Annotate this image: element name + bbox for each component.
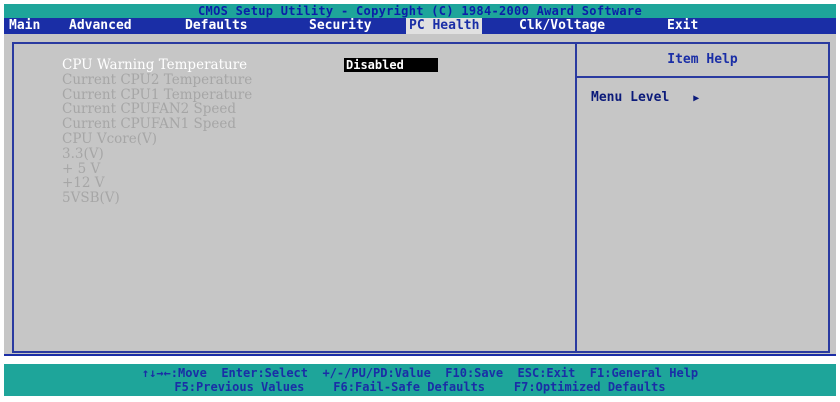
setting-5vsb: 5VSB(V): [62, 190, 120, 207]
key-help-line-1: ↑↓→←:Move Enter:Select +/-/PU/PD:Value F…: [141, 366, 699, 380]
settings-panel: CPU Warning Temperature Current CPU2 Tem…: [12, 42, 577, 353]
setting-plus-5v: + 5 V: [62, 160, 101, 177]
menu-bar: Main Advanced Defaults Security PC Healt…: [4, 18, 836, 34]
item-help-panel: Item Help Menu Level ▶: [577, 42, 830, 353]
menu-security[interactable]: Security: [306, 18, 375, 34]
setting-current-cpu2-temperature: Current CPU2 Temperature: [62, 71, 253, 88]
main-area: CPU Warning Temperature Current CPU2 Tem…: [4, 34, 836, 356]
item-help-title: Item Help: [577, 44, 828, 78]
menu-advanced[interactable]: Advanced: [66, 18, 135, 34]
key-help-line-2: F5:Previous Values F6:Fail-Safe Defaults…: [174, 380, 666, 394]
menu-clk-voltage[interactable]: Clk/Voltage: [516, 18, 608, 34]
settings-list: CPU Warning Temperature Current CPU2 Tem…: [62, 58, 252, 206]
menu-exit[interactable]: Exit: [664, 18, 701, 34]
bios-screen: CMOS Setup Utility - Copyright (C) 1984-…: [0, 0, 840, 402]
menu-main[interactable]: Main: [6, 18, 43, 34]
title-bar: CMOS Setup Utility - Copyright (C) 1984-…: [4, 4, 836, 18]
setting-plus-12v: +12 V: [62, 175, 105, 192]
menu-level-row: Menu Level ▶: [591, 90, 699, 107]
setting-current-cpu1-temperature: Current CPU1 Temperature: [62, 86, 253, 103]
setting-current-cpufan1-speed: Current CPUFAN1 Speed: [62, 116, 237, 133]
key-help-bar: ↑↓→←:Move Enter:Select +/-/PU/PD:Value F…: [4, 364, 836, 396]
setting-cpu-warning-temperature[interactable]: CPU Warning Temperature: [62, 58, 252, 73]
menu-pc-health[interactable]: PC Health: [406, 18, 483, 34]
menu-defaults[interactable]: Defaults: [182, 18, 251, 34]
setting-cpu-vcore: CPU Vcore(V): [62, 130, 158, 147]
setting-3-3v: 3.3(V): [62, 145, 104, 162]
menu-level-label: Menu Level: [591, 90, 670, 105]
arrow-right-icon: ▶: [693, 93, 700, 104]
cpu-warning-temperature-value[interactable]: Disabled: [344, 58, 438, 72]
setting-current-cpufan2-speed: Current CPUFAN2 Speed: [62, 101, 237, 118]
